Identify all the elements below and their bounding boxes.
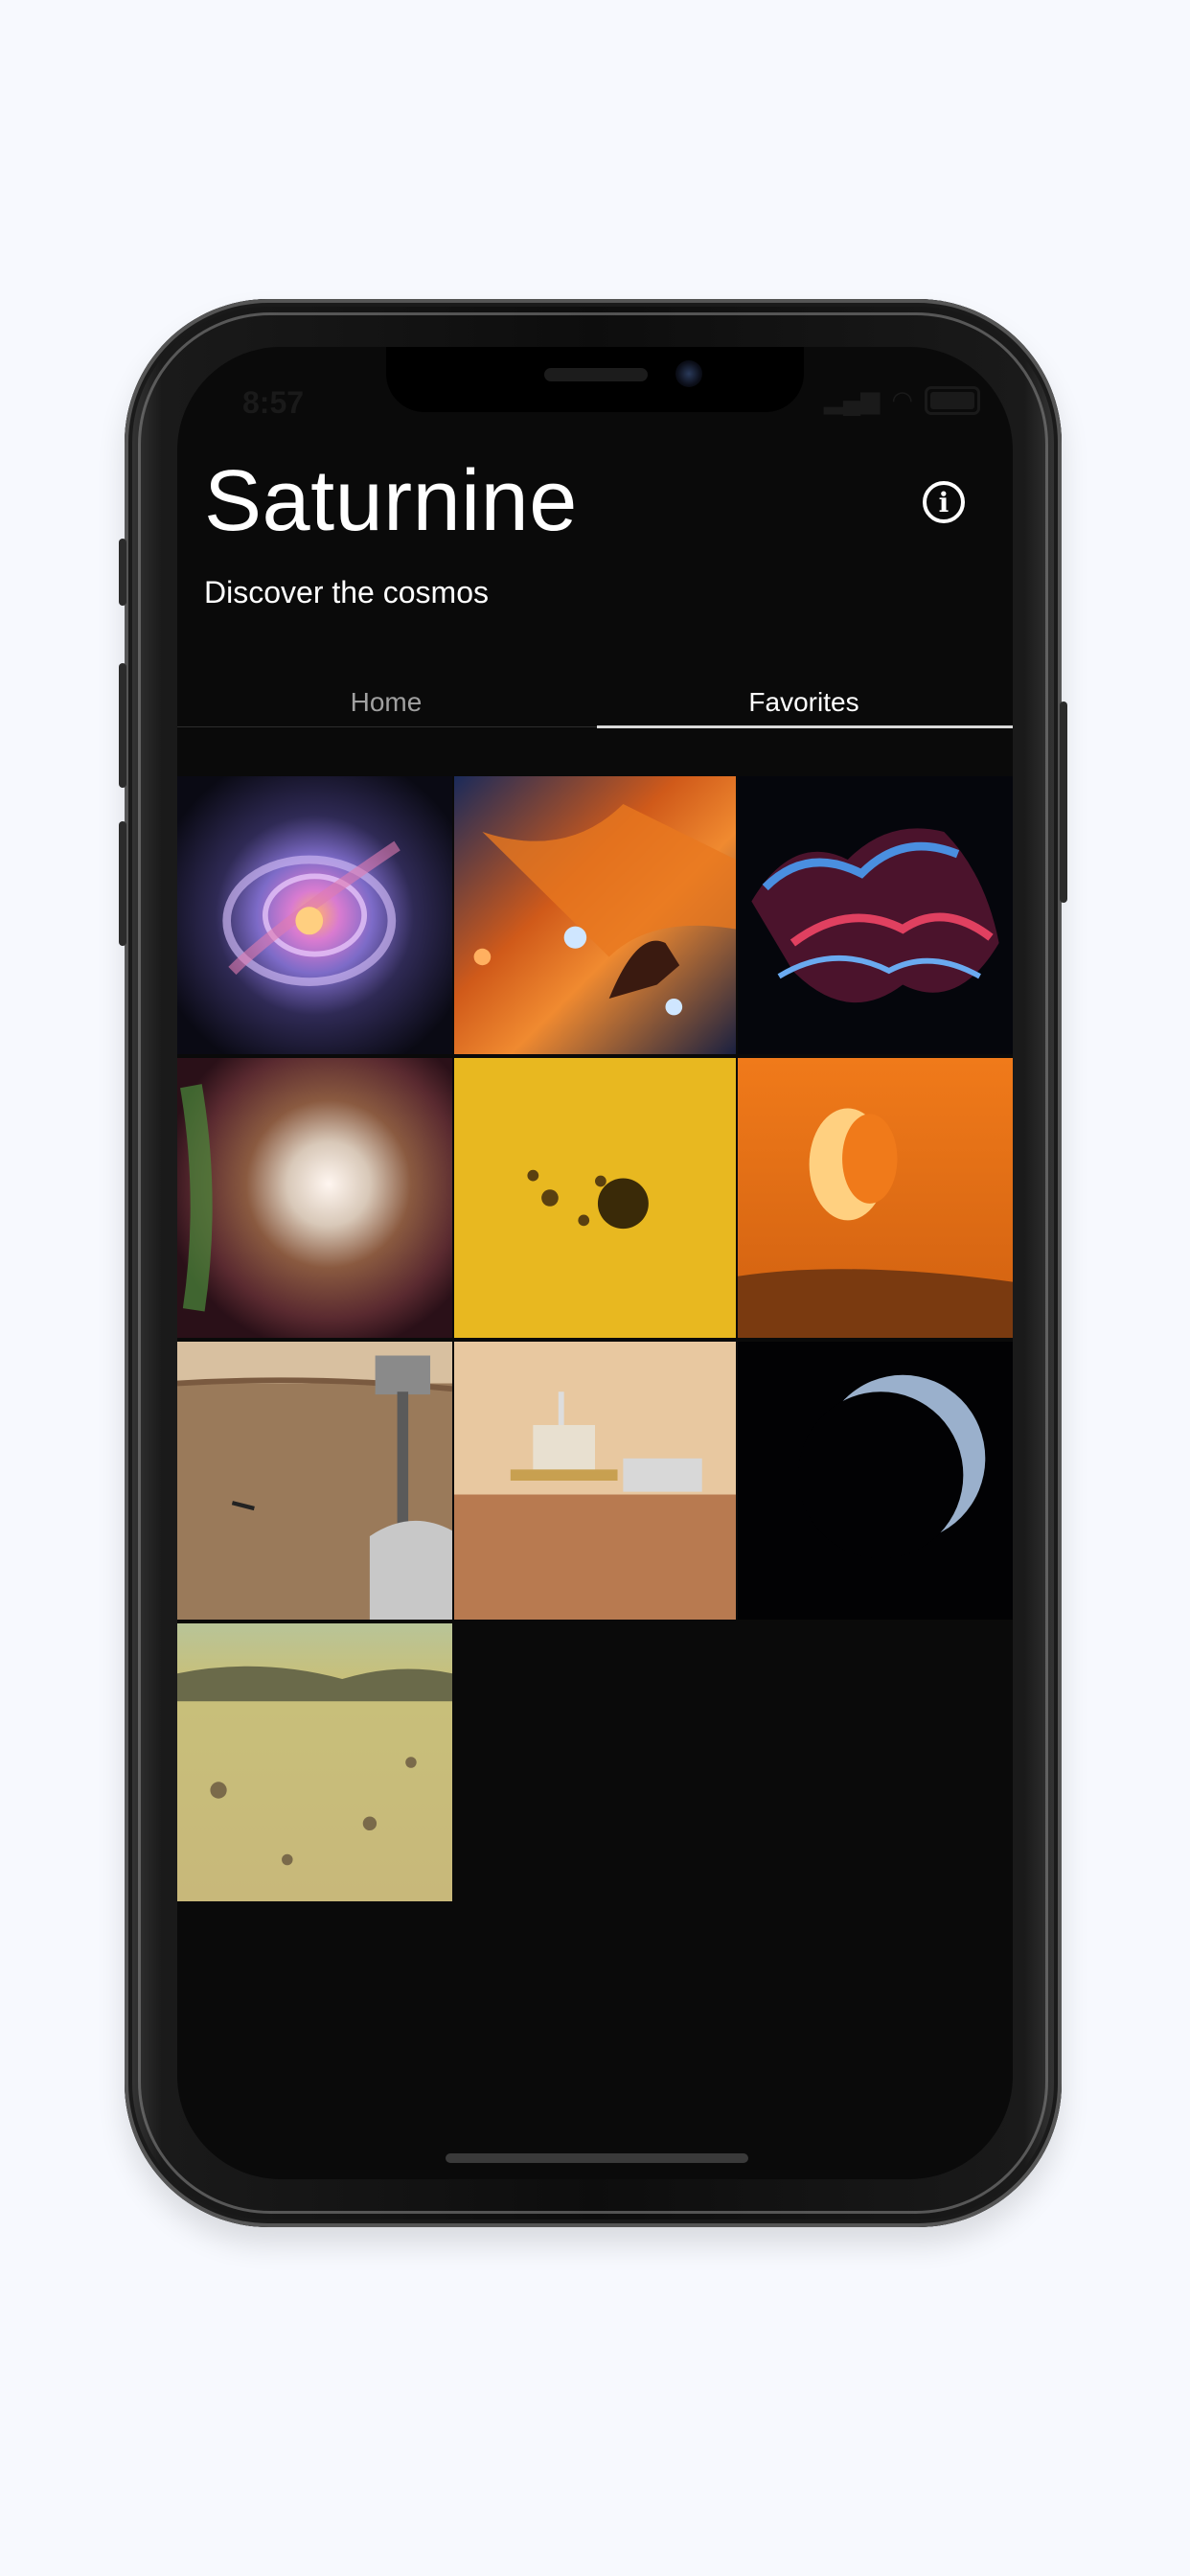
tab-selected-indicator [597, 725, 1013, 728]
tab-home[interactable]: Home [177, 671, 595, 734]
zhurong-rover-image [454, 1342, 736, 1620]
app-title: Saturnine [204, 453, 578, 549]
thumbnail-crescent-earth[interactable] [738, 1342, 1013, 1620]
horsehead-nebula-image [454, 776, 736, 1054]
crescent-moonrise-image [738, 1058, 1013, 1338]
front-camera [675, 360, 702, 387]
cats-eye-nebula-image [177, 776, 452, 1054]
wifi-icon: ◠ [891, 385, 913, 414]
thumbnail-zhurong-rover[interactable] [454, 1342, 736, 1620]
status-icons: ▂▄▆ ◠ [824, 385, 980, 415]
mute-switch [119, 539, 126, 606]
thumbnail-mars-surface[interactable] [177, 1623, 452, 1901]
volume-down-button [119, 821, 126, 946]
thumbnail-horsehead-flame-nebula[interactable] [454, 776, 736, 1054]
battery-icon [925, 385, 980, 415]
veil-nebula-image [738, 776, 1013, 1054]
thumbnail-emission-nebula[interactable] [177, 1058, 452, 1338]
sunspot-image [454, 1058, 736, 1338]
info-icon[interactable]: i [923, 481, 965, 523]
app-subtitle: Discover the cosmos [204, 575, 489, 610]
thumbnail-sunspot[interactable] [454, 1058, 736, 1338]
thumbnail-crescent-moonrise[interactable] [738, 1058, 1013, 1338]
status-time: 8:57 [242, 385, 305, 420]
speaker-grille [544, 368, 648, 381]
thumbnail-ingenuity-rover[interactable] [177, 1342, 452, 1620]
thumbnail-veil-nebula[interactable] [738, 776, 1013, 1054]
crescent-earth-image [738, 1342, 1013, 1620]
thumbnail-cats-eye-nebula[interactable] [177, 776, 452, 1054]
emission-nebula-image [177, 1058, 452, 1338]
signal-icon: ▂▄▆ [823, 385, 881, 414]
volume-up-button [119, 663, 126, 788]
power-button [1060, 702, 1067, 903]
app-screen: 8:57 ▂▄▆ ◠ Saturnine i Discover the cosm… [177, 347, 1013, 2179]
home-indicator[interactable] [446, 2153, 748, 2163]
notch [386, 347, 804, 412]
ingenuity-rover-image [177, 1342, 452, 1620]
mars-surface-image [177, 1623, 452, 1901]
